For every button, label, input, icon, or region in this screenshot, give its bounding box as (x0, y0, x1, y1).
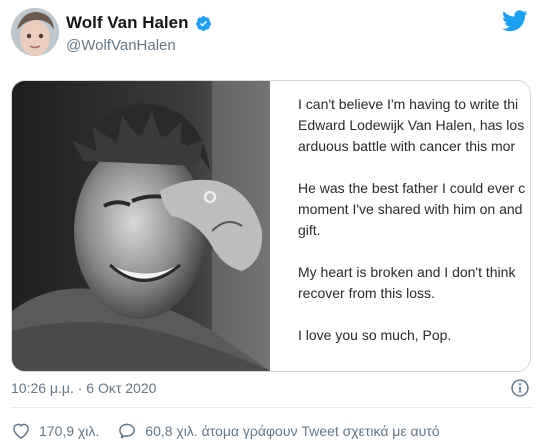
avatar-image (11, 8, 59, 56)
statement-line: Edward Lodewijk Van Halen, has los (298, 117, 525, 133)
statement-line: My heart is broken and I don't think (298, 264, 516, 280)
author-avatar[interactable] (11, 8, 59, 56)
statement-line: I can't believe I'm having to write thi (298, 96, 519, 112)
display-name-text: Wolf Van Halen (66, 13, 189, 32)
statement-line: He was the best father I could ever c (298, 180, 526, 196)
author-display-name[interactable]: Wolf Van Halen (66, 13, 212, 33)
statement-line: recover from this loss. (298, 285, 435, 301)
verified-badge-icon (195, 15, 211, 31)
conversation-count: 60,8 χιλ. άτομα γράφουν Tweet σχετικά με… (145, 423, 440, 439)
speech-bubble-icon (119, 423, 136, 439)
like-count: 170,9 χιλ. (39, 423, 100, 439)
statement-line: gift. (298, 222, 321, 238)
portrait-photo (12, 81, 270, 371)
statement-line: moment I've shared with him on and (298, 201, 523, 217)
engagement-stats: 170,9 χιλ. 60,8 χιλ. άτομα γράφουν Tweet… (11, 421, 458, 441)
footer-divider (11, 407, 533, 408)
conversation-action[interactable]: 60,8 χιλ. άτομα γράφουν Tweet σχετικά με… (117, 421, 440, 441)
statement-line: I love you so much, Pop. (298, 327, 452, 343)
twitter-bird-icon[interactable] (502, 10, 528, 32)
tweet-card: Wolf Van Halen @WolfVanHalen I can't bel… (0, 0, 544, 448)
statement-text: I can't believe I'm having to write thi … (298, 94, 530, 367)
tweet-timestamp[interactable]: 10:26 μ.μ. · 6 Οκτ 2020 (11, 380, 156, 396)
attached-image[interactable]: I can't believe I'm having to write thi … (11, 80, 531, 372)
heart-icon (13, 423, 29, 439)
author-handle[interactable]: @WolfVanHalen (66, 37, 176, 54)
like-action[interactable]: 170,9 χιλ. (11, 421, 99, 441)
statement-line: arduous battle with cancer this mor (298, 138, 516, 154)
info-icon[interactable] (510, 378, 530, 398)
